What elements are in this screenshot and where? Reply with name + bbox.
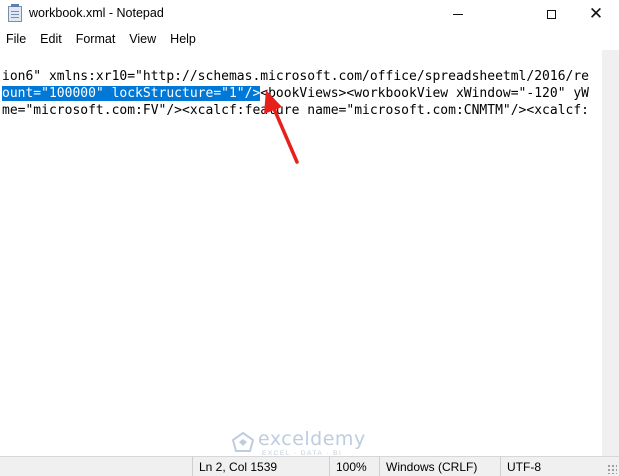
maximize-button[interactable] — [528, 0, 574, 28]
resize-grip[interactable] — [607, 464, 617, 474]
exceldemy-logo-icon — [232, 432, 254, 452]
status-line-ending: Windows (CRLF) — [379, 457, 500, 476]
close-icon: ✕ — [588, 3, 604, 24]
watermark-name: exceldemy — [258, 428, 366, 450]
status-bar: Ln 2, Col 1539 100% Windows (CRLF) UTF-8 — [0, 456, 619, 476]
menu-format[interactable]: Format — [69, 28, 123, 50]
notepad-icon — [8, 4, 22, 22]
text-after-selection[interactable]: <bookViews><workbookView xWindow="-120" … — [260, 86, 589, 101]
minimize-icon — [453, 13, 463, 15]
maximize-icon — [546, 9, 556, 19]
text-line[interactable]: ion6" xmlns:xr10="http://schemas.microso… — [2, 68, 589, 85]
menu-help[interactable]: Help — [163, 28, 203, 50]
title-bar: workbook.xml - Notepad ✕ — [0, 0, 619, 28]
status-cursor-position: Ln 2, Col 1539 — [192, 457, 329, 476]
menu-view[interactable]: View — [122, 28, 163, 50]
selected-text[interactable]: ount="100000" lockStructure="1"/> — [2, 86, 261, 101]
menu-bar: File Edit Format View Help — [0, 28, 619, 50]
menu-file[interactable]: File — [0, 28, 33, 50]
text-line[interactable]: ount="100000" lockStructure="1"/><bookVi… — [2, 85, 589, 102]
window-title: workbook.xml - Notepad — [29, 6, 164, 20]
menu-edit[interactable]: Edit — [33, 28, 69, 50]
text-line[interactable]: me="microsoft.com:FV"/><xcalcf:feature n… — [2, 102, 589, 119]
status-zoom: 100% — [329, 457, 379, 476]
text-editor[interactable]: ion6" xmlns:xr10="http://schemas.microso… — [0, 64, 602, 456]
status-encoding: UTF-8 — [500, 457, 602, 476]
minimize-button[interactable] — [435, 0, 481, 28]
close-button[interactable]: ✕ — [573, 0, 619, 28]
vertical-scrollbar[interactable] — [602, 50, 619, 456]
